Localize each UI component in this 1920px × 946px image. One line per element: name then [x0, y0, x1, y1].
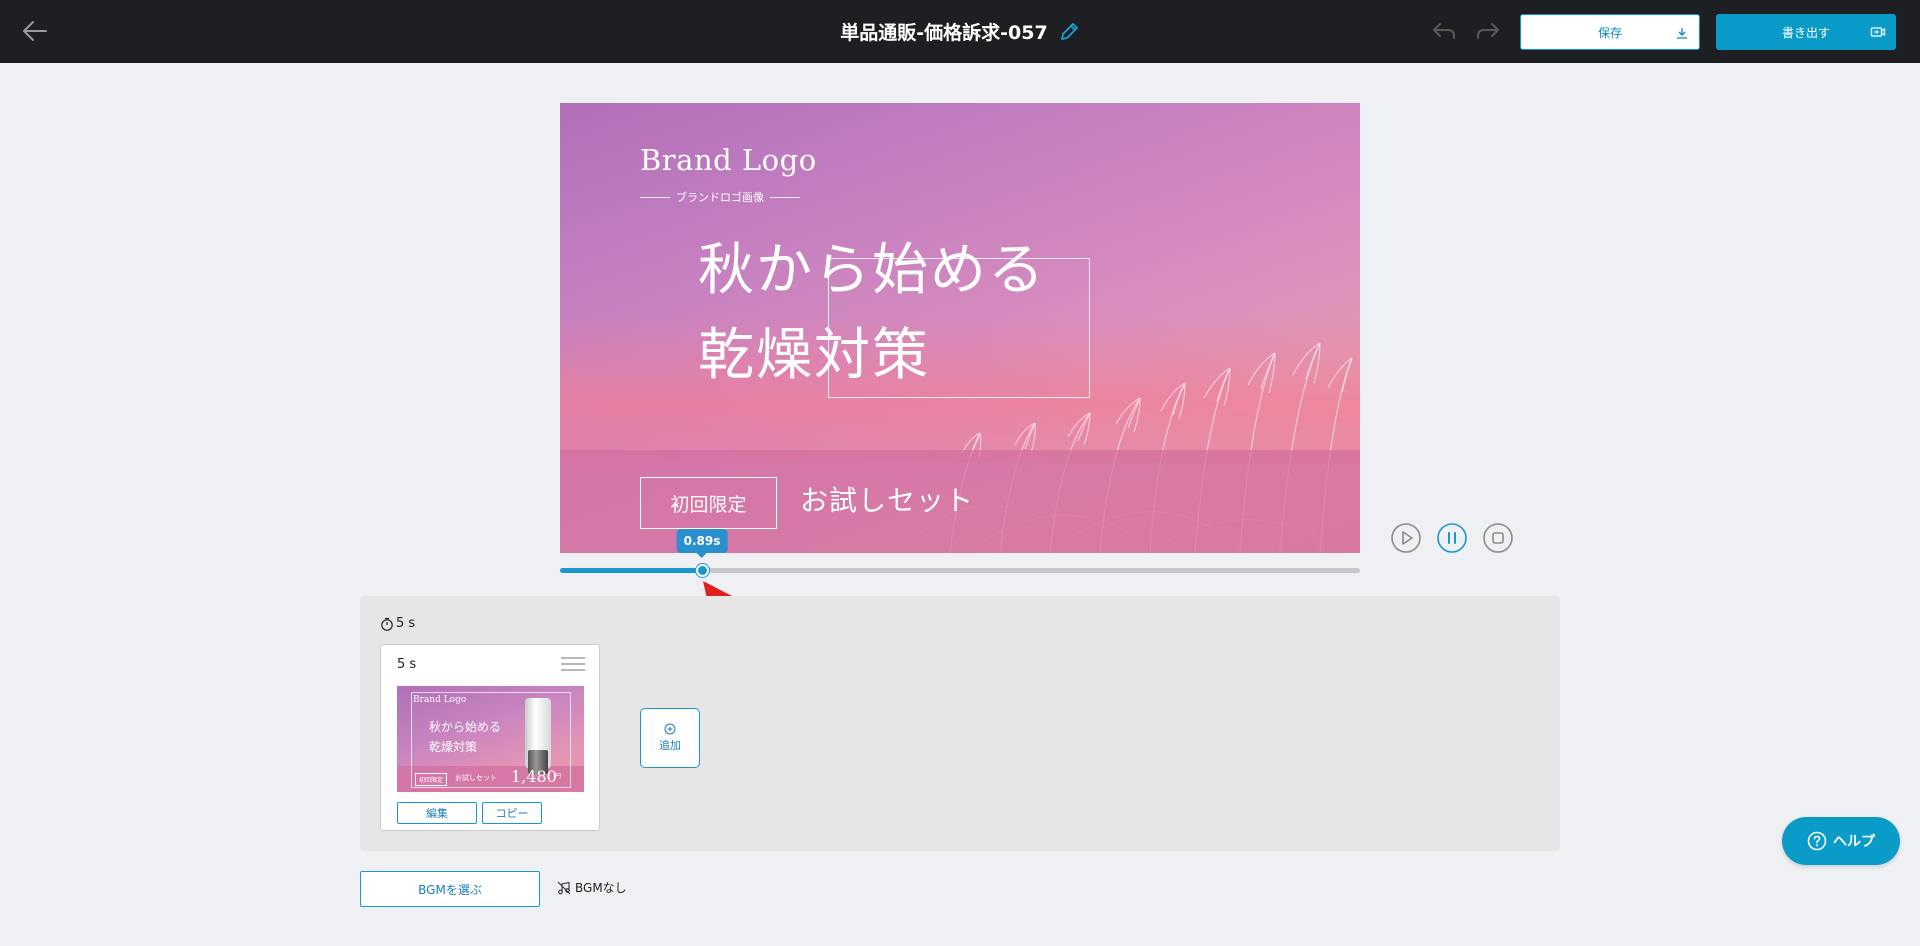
divider	[770, 196, 800, 198]
selection-box[interactable]	[828, 258, 1090, 398]
help-button[interactable]: ヘルプ	[1782, 817, 1900, 865]
thumbnail-headline-2: 乾燥対策	[429, 740, 478, 754]
pause-button[interactable]	[1436, 522, 1468, 554]
seek-bar[interactable]	[560, 564, 1360, 577]
bgm-status-text: BGMなし	[575, 881, 627, 895]
brand-logo-caption: ブランドロゴ画像	[640, 189, 800, 205]
total-duration-value: 5 s	[396, 616, 416, 631]
top-bar: 単品通販-価格訴求-057 保存 書き出す	[0, 0, 1920, 63]
arrow-left-icon	[23, 21, 47, 41]
current-time-tooltip: 0.89s	[676, 529, 728, 558]
page-title: 単品通販-価格訴求-057	[840, 22, 1048, 44]
music-off-icon	[557, 881, 571, 894]
save-button[interactable]: 保存	[1520, 14, 1700, 50]
seek-handle[interactable]	[696, 564, 709, 577]
undo-icon	[1433, 23, 1455, 39]
bgm-status: BGMなし	[556, 879, 627, 896]
thumbnail-price: 1,480	[511, 767, 557, 786]
edit-scene-button[interactable]: 編集	[397, 802, 477, 824]
edit-title-button[interactable]	[1058, 21, 1080, 43]
stop-button[interactable]	[1482, 522, 1514, 554]
seek-progress	[560, 568, 702, 573]
scene-duration: 5 s	[397, 657, 417, 672]
scene-thumbnail[interactable]: Brand Logo 秋から始める 乾燥対策 初回限定 お試しセット 1,480…	[397, 686, 584, 792]
thumbnail-trial: お試しセット	[455, 774, 497, 782]
redo-button[interactable]	[1472, 16, 1504, 46]
plus-circle-icon	[664, 723, 676, 735]
stopwatch-icon	[381, 617, 393, 631]
save-label: 保存	[1597, 25, 1622, 40]
thumbnail-currency: 円	[555, 773, 562, 780]
trial-set-text: お試しセット	[800, 484, 975, 517]
choose-bgm-button[interactable]: BGMを選ぶ	[360, 871, 540, 907]
thumbnail-badge: 初回限定	[415, 773, 448, 786]
question-circle-icon	[1807, 831, 1827, 851]
back-button[interactable]	[18, 16, 52, 46]
add-scene-button[interactable]: 追加	[640, 708, 700, 768]
download-icon	[1677, 28, 1687, 39]
help-label: ヘルプ	[1833, 834, 1875, 850]
play-button[interactable]	[1390, 522, 1422, 554]
copy-scene-button[interactable]: コピー	[482, 802, 542, 824]
undo-button[interactable]	[1428, 16, 1460, 46]
brand-logo-text: Brand Logo	[640, 143, 817, 177]
scene-card[interactable]: 5 s Brand Logo 秋から始める 乾燥対策 初回限定 お試しセット 1…	[380, 644, 600, 831]
thumbnail-logo: Brand Logo	[413, 695, 467, 705]
divider	[640, 196, 670, 198]
thumbnail-headline-1: 秋から始める	[429, 720, 502, 734]
video-preview[interactable]: Brand Logo ブランドロゴ画像 秋から始める 乾燥対策 初回限定 お試し…	[560, 103, 1360, 553]
video-export-icon	[1870, 27, 1886, 37]
drag-handle[interactable]	[561, 657, 585, 673]
pencil-icon	[1060, 22, 1078, 40]
add-scene-label: 追加	[659, 739, 681, 752]
export-label: 書き出す	[1781, 25, 1830, 40]
scene-timeline: 5 s 5 s Brand Logo 秋から始める 乾燥対策 初回限定 お試しセ…	[360, 596, 1560, 851]
limited-badge: 初回限定	[640, 477, 777, 529]
brand-logo-subtitle: ブランドロゴ画像	[676, 191, 764, 204]
redo-icon	[1477, 23, 1499, 39]
total-duration: 5 s	[380, 616, 415, 631]
export-button[interactable]: 書き出す	[1716, 14, 1896, 50]
